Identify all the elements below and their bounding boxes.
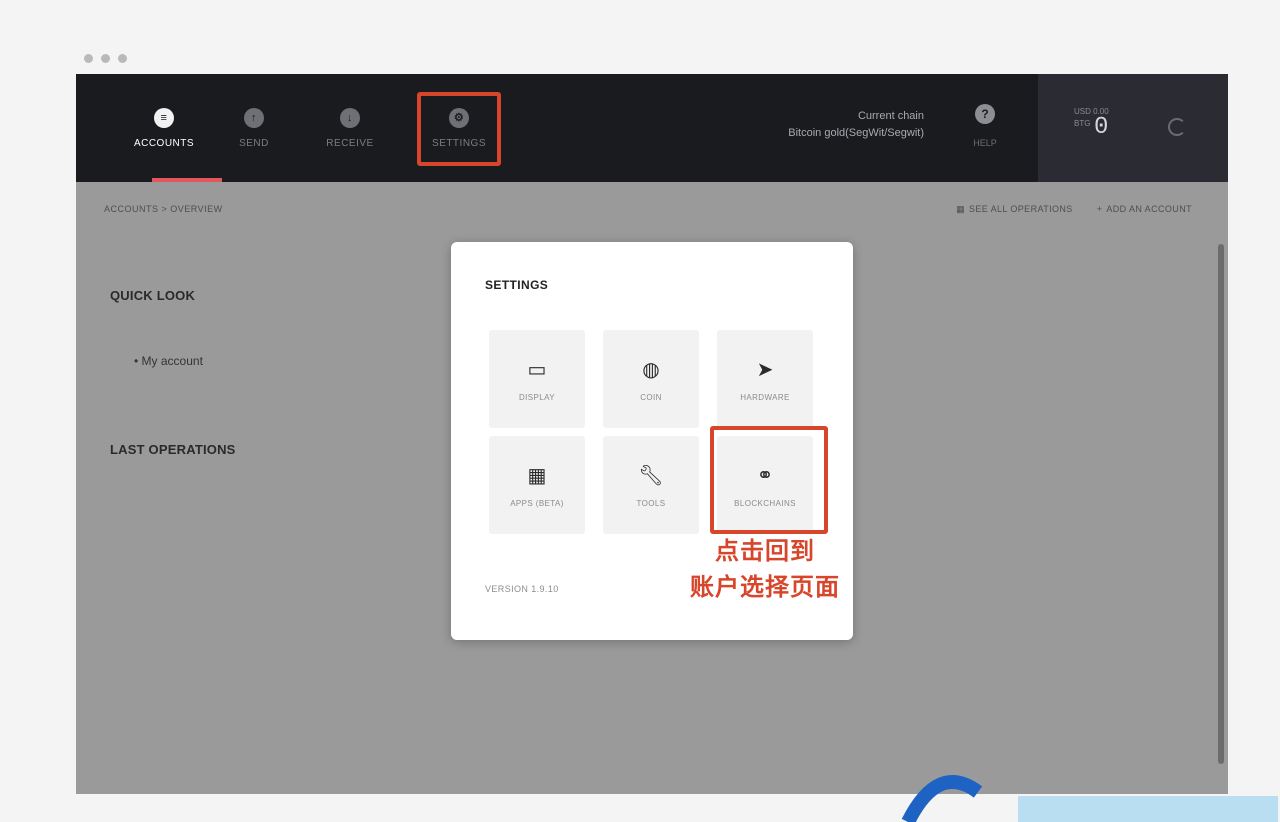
tile-hardware-label: HARDWARE bbox=[740, 392, 790, 402]
see-all-operations-link[interactable]: ▦ SEE ALL OPERATIONS bbox=[956, 204, 1073, 215]
tile-apps[interactable]: ▦ APPS (BETA) bbox=[489, 436, 585, 534]
tile-coin[interactable]: ◍ COIN bbox=[603, 330, 699, 428]
blockchains-highlight-box bbox=[710, 426, 828, 534]
nav-accounts-label: ACCOUNTS bbox=[133, 137, 195, 149]
see-all-operations-label: SEE ALL OPERATIONS bbox=[968, 204, 1073, 214]
nav-receive-label: RECEIVE bbox=[326, 137, 374, 149]
list-icon: ▦ bbox=[956, 204, 965, 214]
annotation-line-2: 账户选择页面 bbox=[690, 574, 840, 601]
chain-value: Bitcoin gold(SegWit/Segwit) bbox=[788, 127, 924, 139]
sub-actions: ▦ SEE ALL OPERATIONS + ADD AN ACCOUNT bbox=[956, 204, 1192, 215]
settings-highlight-box bbox=[417, 92, 501, 166]
breadcrumb: ACCOUNTS > OVERVIEW bbox=[104, 204, 223, 214]
tile-tools[interactable]: 🔧︎ TOOLS bbox=[603, 436, 699, 534]
nav-send[interactable]: ↑ SEND bbox=[204, 74, 304, 182]
account-label: • My account bbox=[134, 354, 203, 368]
watermark-logo bbox=[901, 775, 1278, 822]
window-controls[interactable] bbox=[84, 54, 127, 63]
accounts-icon: ≡ bbox=[154, 107, 174, 128]
minimize-window-dot[interactable] bbox=[101, 54, 110, 63]
add-account-label: ADD AN ACCOUNT bbox=[1106, 204, 1192, 214]
plus-icon: + bbox=[1096, 204, 1103, 214]
tile-hardware[interactable]: ➤ HARDWARE bbox=[717, 330, 813, 428]
tile-display-label: DISPLAY bbox=[519, 392, 555, 402]
refresh-icon[interactable] bbox=[1168, 118, 1186, 136]
nav-receive[interactable]: ↓ RECEIVE bbox=[300, 74, 400, 182]
wrench-icon: 🔧︎ bbox=[638, 464, 664, 487]
tile-display[interactable]: ▭ DISPLAY bbox=[489, 330, 585, 428]
account-row[interactable]: • My account bbox=[106, 336, 450, 388]
modal-title: SETTINGS bbox=[485, 278, 549, 292]
version-label: VERSION 1.9.10 bbox=[485, 584, 559, 594]
monitor-icon: ▭ bbox=[527, 358, 547, 381]
nav-accounts[interactable]: ≡ ACCOUNTS bbox=[114, 74, 222, 182]
nav-send-label: SEND bbox=[239, 137, 269, 149]
balance-panel: USD 0.00 BTG 0 bbox=[1038, 74, 1228, 182]
account-name: My account bbox=[141, 354, 203, 368]
rocket-icon: ➤ bbox=[756, 358, 774, 381]
scrollbar[interactable] bbox=[1218, 244, 1224, 764]
tile-apps-label: APPS (BETA) bbox=[510, 498, 564, 508]
current-chain-info[interactable]: Current chain Bitcoin gold(SegWit/Segwit… bbox=[788, 108, 924, 142]
chain-label: Current chain bbox=[857, 110, 924, 122]
annotation-text: 点击回到 账户选择页面 bbox=[665, 534, 865, 606]
tile-tools-label: TOOLS bbox=[636, 498, 666, 508]
balance-value: 0 bbox=[1094, 114, 1109, 141]
receive-icon: ↓ bbox=[340, 107, 360, 128]
add-account-link[interactable]: + ADD AN ACCOUNT bbox=[1097, 204, 1192, 215]
last-operations-heading: LAST OPERATIONS bbox=[110, 442, 236, 457]
close-window-dot[interactable] bbox=[84, 54, 93, 63]
globe-icon: ◍ bbox=[642, 358, 660, 381]
quick-look-heading: QUICK LOOK bbox=[110, 288, 196, 303]
nav-help[interactable]: ? HELP bbox=[962, 104, 1008, 148]
settings-modal: SETTINGS ▭ DISPLAY ◍ COIN ➤ HARDWARE ▦ A… bbox=[451, 242, 853, 640]
grid-icon: ▦ bbox=[527, 464, 547, 487]
maximize-window-dot[interactable] bbox=[118, 54, 127, 63]
send-icon: ↑ bbox=[244, 107, 264, 128]
sub-header: ACCOUNTS > OVERVIEW ▦ SEE ALL OPERATIONS … bbox=[76, 182, 1228, 240]
annotation-line-1: 点击回到 bbox=[715, 538, 815, 565]
top-navigation-bar: ≡ ACCOUNTS ↑ SEND ↓ RECEIVE ⚙ SETTINGS C… bbox=[76, 74, 1228, 182]
help-label: HELP bbox=[973, 138, 997, 148]
tile-coin-label: COIN bbox=[640, 392, 662, 402]
help-icon: ? bbox=[975, 104, 995, 124]
